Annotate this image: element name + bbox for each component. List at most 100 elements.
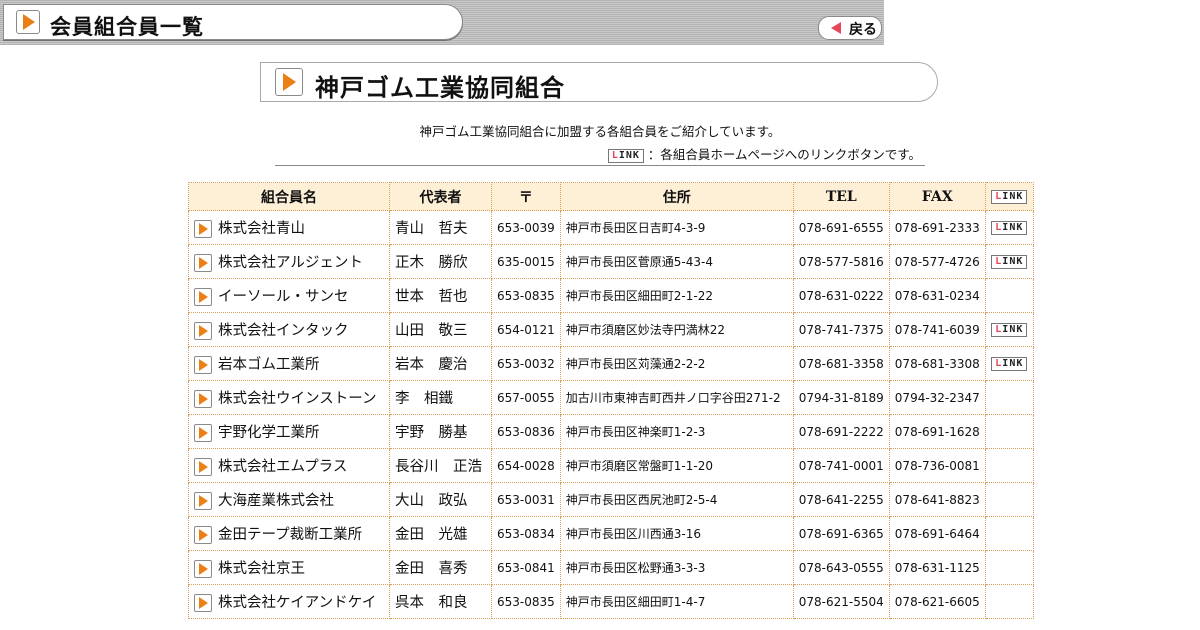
play-arrow-icon [275, 68, 303, 96]
play-arrow-icon [16, 10, 40, 34]
member-name-cell: 株式会社エムプラス [188, 448, 390, 483]
fax-number: 078-736-0081 [888, 448, 986, 483]
telephone: 078-741-7375 [792, 312, 890, 347]
member-link-button[interactable]: LINK [991, 322, 1028, 337]
link-cell [984, 278, 1034, 313]
postal-code: 654-0028 [491, 448, 561, 483]
table-row: 株式会社インタック 山田 敬三 654-0121 神戸市須磨区妙法寺円満林22 078-… [188, 312, 1034, 347]
member-name-cell: 株式会社青山 [188, 210, 390, 245]
member-name-cell: 株式会社インタック [188, 312, 390, 347]
fax-number: 078-691-6464 [888, 516, 986, 551]
fax-number: 078-681-3308 [888, 346, 986, 381]
representative: 正木 勝欣 [389, 244, 492, 279]
play-arrow-icon [194, 220, 212, 238]
postal-code: 653-0836 [491, 414, 561, 449]
col-header-tel: TEL [792, 182, 890, 211]
postal-code: 653-0031 [491, 482, 561, 517]
table-row: 金田テープ裁断工業所 金田 光雄 653-0834 神戸市長田区川西通3-16 078-… [188, 516, 1034, 551]
telephone: 078-577-5816 [792, 244, 890, 279]
member-name-cell: 株式会社京王 [188, 550, 390, 585]
telephone: 078-741-0001 [792, 448, 890, 483]
section-header: 神戸ゴム工業協同組合 [260, 62, 938, 102]
play-arrow-icon [194, 356, 212, 374]
postal-code: 653-0835 [491, 584, 561, 619]
postal-code: 635-0015 [491, 244, 561, 279]
fax-number: 078-577-4726 [888, 244, 986, 279]
table-row: 大海産業株式会社 大山 政弘 653-0031 神戸市長田区西尻池町2-5-4 078-… [188, 482, 1034, 517]
table-row: 株式会社ウインストーン李 相鐵 657-0055 加古川市東神吉町西井ノ口字谷田27… [188, 380, 1034, 415]
table-row: 株式会社ケイアンドケイ 呉本 和良 653-0835 神戸市長田区細田町1-4-7 07… [188, 584, 1034, 619]
table-row: 株式会社青山 青山 哲夫 653-0039 神戸市長田区日吉町4-3-9 078-691… [188, 210, 1034, 245]
telephone: 078-691-6555 [792, 210, 890, 245]
link-cell [984, 448, 1034, 483]
member-name-cell: 株式会社ウインストーン [188, 380, 390, 415]
member-name: 大海産業株式会社 [218, 493, 334, 509]
representative: 長谷川 正浩 [389, 448, 492, 483]
address: 神戸市須磨区常盤町1-1-20 [559, 448, 794, 483]
telephone: 078-691-2222 [792, 414, 890, 449]
address: 神戸市長田区川西通3-16 [559, 516, 794, 551]
member-name: 株式会社インタック [218, 323, 349, 339]
link-legend: LINK ：各組合員ホームページへのリンクボタンです。 [275, 144, 925, 163]
representative: 金田 喜秀 [389, 550, 492, 585]
member-name: 金田テープ裁断工業所 [218, 527, 363, 543]
divider [275, 165, 925, 166]
representative: 宇野 勝基 [389, 414, 492, 449]
link-cell [984, 550, 1034, 585]
fax-number: 0794-32-2347 [888, 380, 986, 415]
col-header-fax: FAX [888, 182, 986, 211]
page-title: 会員組合員一覧 [50, 15, 204, 39]
link-badge-icon: LINK [991, 220, 1028, 235]
member-name: 株式会社青山 [218, 221, 305, 237]
table-row: イーソール・サンセ 世本 哲也 653-0835 神戸市長田区細田町2-1-22 078… [188, 278, 1034, 313]
link-cell [984, 584, 1034, 619]
link-badge-icon: LINK [991, 189, 1028, 204]
link-cell: LINK [984, 244, 1034, 279]
postal-code: 654-0121 [491, 312, 561, 347]
section-title: 神戸ゴム工業協同組合 [315, 74, 565, 102]
postal-code: 653-0032 [491, 346, 561, 381]
member-link-button[interactable]: LINK [991, 356, 1028, 371]
member-name-cell: 岩本ゴム工業所 [188, 346, 390, 381]
table-row: 株式会社エムプラス 長谷川 正浩 654-0028 神戸市須磨区常盤町1-1-20 07… [188, 448, 1034, 483]
member-link-button[interactable]: LINK [991, 220, 1028, 235]
address: 神戸市長田区細田町2-1-22 [559, 278, 794, 313]
address: 神戸市須磨区妙法寺円満林22 [559, 312, 794, 347]
member-link-button[interactable]: LINK [991, 254, 1028, 269]
play-arrow-icon [194, 526, 212, 544]
fax-number: 078-641-8823 [888, 482, 986, 517]
member-table: 組合員名 代表者 〒 住所 TEL FAX LINK 株式会社青山 青山 哲夫 65… [188, 182, 1034, 619]
back-button[interactable]: 戻る [818, 16, 882, 40]
member-name: 株式会社ウインストーン [218, 391, 377, 407]
postal-code: 653-0039 [491, 210, 561, 245]
play-arrow-icon [194, 322, 212, 340]
representative: 李 相鐵 [389, 380, 492, 415]
play-arrow-icon [194, 560, 212, 578]
member-name-cell: 宇野化学工業所 [188, 414, 390, 449]
link-cell [984, 380, 1034, 415]
link-cell: LINK [984, 210, 1034, 245]
fax-number: 078-631-1125 [888, 550, 986, 585]
link-cell: LINK [984, 346, 1034, 381]
representative: 山田 敬三 [389, 312, 492, 347]
table-row: 岩本ゴム工業所 岩本 慶治 653-0032 神戸市長田区苅藻通2-2-2 078-68… [188, 346, 1034, 381]
member-name: 株式会社アルジェント [218, 255, 363, 271]
telephone: 078-631-0222 [792, 278, 890, 313]
link-legend-text: ：各組合員ホームページへのリンクボタンです。 [647, 147, 921, 162]
table-header-row: 組合員名 代表者 〒 住所 TEL FAX LINK [188, 182, 1034, 211]
postal-code: 657-0055 [491, 380, 561, 415]
link-cell: LINK [984, 312, 1034, 347]
intro-text: 神戸ゴム工業協同組合に加盟する各組合員をご紹介しています。 [419, 124, 781, 139]
link-cell [984, 482, 1034, 517]
fax-number: 078-691-2333 [888, 210, 986, 245]
back-button-label: 戻る [849, 22, 877, 38]
telephone: 0794-31-8189 [792, 380, 890, 415]
fax-number: 078-631-0234 [888, 278, 986, 313]
member-name-cell: 金田テープ裁断工業所 [188, 516, 390, 551]
col-header-link: LINK [984, 182, 1034, 211]
col-header-zip: 〒 [491, 182, 561, 211]
col-header-address: 住所 [559, 182, 794, 211]
member-name: イーソール・サンセ [218, 289, 349, 305]
play-arrow-icon [194, 254, 212, 272]
member-name: 株式会社ケイアンドケイ [218, 595, 377, 611]
